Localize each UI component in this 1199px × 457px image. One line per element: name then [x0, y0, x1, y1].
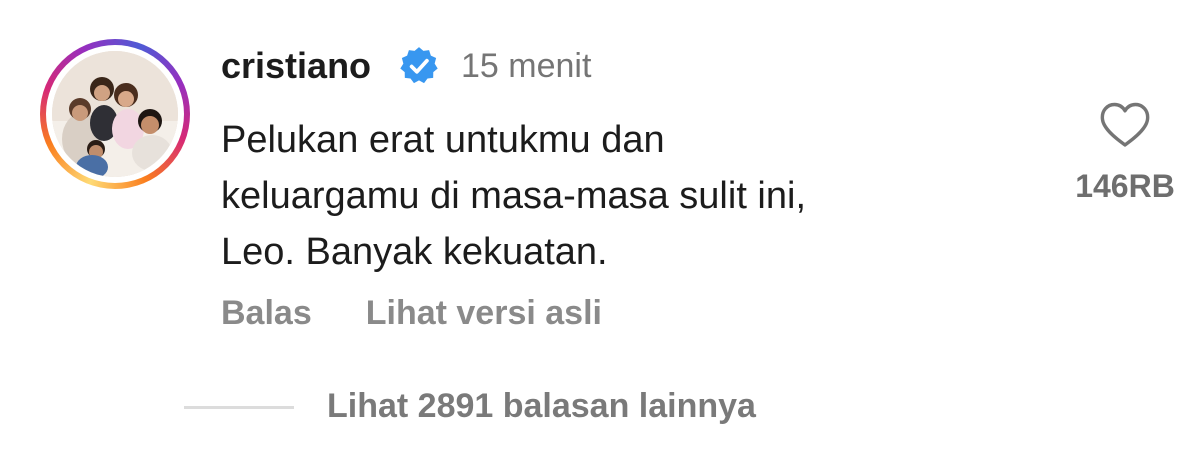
comment-text-line: Leo. Banyak kekuatan.	[221, 231, 608, 273]
avatar[interactable]	[40, 39, 190, 189]
reply-button[interactable]: Balas	[221, 290, 312, 336]
avatar-inner	[46, 45, 184, 183]
username[interactable]: cristiano	[221, 44, 371, 88]
comment-text-line: keluargamu di masa-masa sulit ini,	[221, 175, 807, 217]
comment-actions: Balas Lihat versi asli	[221, 290, 602, 336]
replies-divider	[184, 406, 294, 409]
comment-text: Pelukan erat untukmu dan keluargamu di m…	[221, 112, 1041, 280]
comment-text-line: Pelukan erat untukmu dan	[221, 119, 665, 161]
heart-outline-icon[interactable]	[1098, 100, 1152, 150]
avatar-photo	[52, 51, 178, 177]
like-count: 146RB	[1075, 168, 1175, 204]
timestamp: 15 menit	[461, 47, 592, 85]
verified-badge-icon	[400, 47, 438, 84]
see-original-button[interactable]: Lihat versi asli	[366, 290, 602, 336]
view-replies-button[interactable]: Lihat 2891 balasan lainnya	[327, 384, 756, 428]
